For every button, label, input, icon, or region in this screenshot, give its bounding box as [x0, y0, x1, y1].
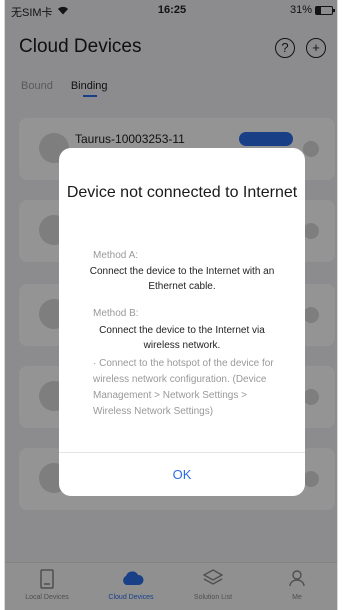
app-screen: 无SIM卡 16:25 31% Cloud Devices ? + Bound … — [4, 0, 338, 610]
connection-dialog: Device not connected to Internet Method … — [59, 148, 305, 496]
method-a-text: Connect the device to the Internet with … — [89, 266, 275, 292]
method-b-label: Method B: — [93, 308, 139, 319]
method-b-text: Connect the device to the Internet via w… — [99, 325, 265, 351]
dialog-title: Device not connected to Internet — [66, 184, 298, 201]
ok-button[interactable]: OK — [59, 453, 305, 496]
method-a-label: Method A: — [93, 250, 139, 261]
method-b-note: · Connect to the hotspot of the device f… — [93, 358, 274, 417]
